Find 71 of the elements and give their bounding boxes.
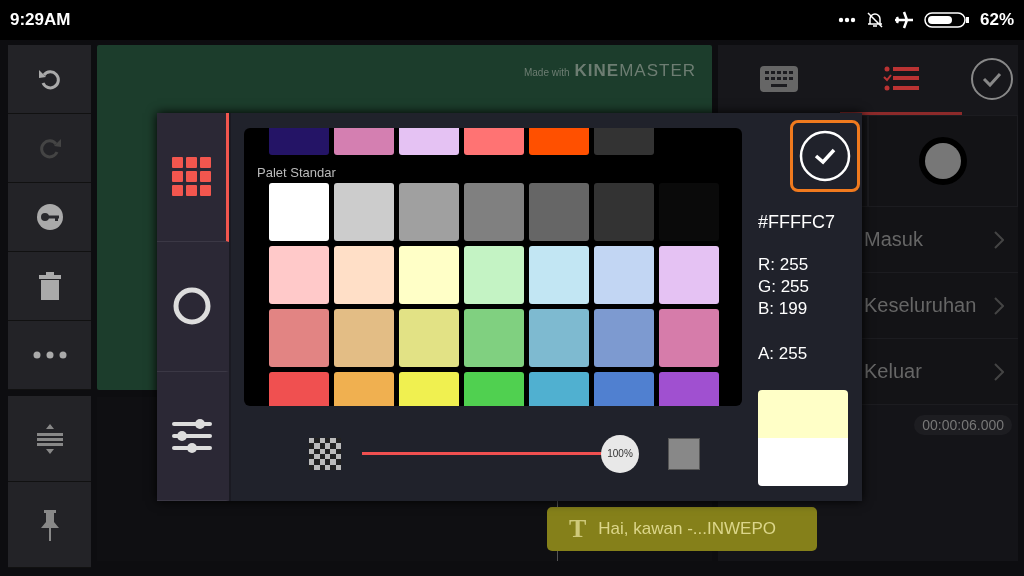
sliders-icon [171,417,212,454]
confirm-button[interactable] [790,120,860,192]
menu-item-label: Masuk [864,228,923,251]
duration-label: 00:00:06.000 [914,415,1012,435]
color-swatch[interactable] [529,246,589,304]
more-icon [32,351,67,359]
chevron-icon [994,362,1004,381]
recent-color-swatch[interactable] [464,128,524,155]
color-swatch[interactable] [399,183,459,241]
color-swatch[interactable] [334,183,394,241]
color-swatch[interactable] [399,246,459,304]
channel-value: G: 255 [758,276,811,298]
clip-label: Hai, kawan -...INWEPO [598,519,776,539]
color-swatch[interactable] [659,246,719,304]
recent-color-swatch[interactable] [529,128,589,155]
ring-icon [171,286,212,327]
check-icon [798,129,852,183]
color-swatch[interactable] [594,183,654,241]
battery-icon [923,12,970,28]
chevron-icon [994,230,1004,249]
key-icon [34,202,65,232]
watermark-brand: KINEMASTER [574,61,696,81]
check-icon [970,56,1014,101]
menu-item-label: Keluar [864,360,922,383]
color-swatch[interactable] [594,309,654,367]
watermark-text: Made with [523,67,570,78]
text-clip[interactable]: T Hai, kawan -...INWEPO [547,507,817,551]
battery-percent: 62% [979,10,1014,30]
palette-title: Palet Standar [257,165,337,180]
color-swatch[interactable] [464,183,524,241]
status-time: 9:29AM [10,10,71,30]
opacity-slider[interactable]: 100% [362,433,642,474]
color-swatch[interactable] [269,309,329,367]
channel-value: B: 199 [758,298,809,320]
opaque-icon [668,437,700,470]
delete-button[interactable] [8,252,91,321]
text-clip-icon: T [569,514,587,544]
color-swatch[interactable] [334,309,394,367]
muted-bell-icon [865,11,884,29]
recent-color-swatch[interactable] [399,128,459,155]
undo-button[interactable] [8,45,91,114]
color-swatch[interactable] [529,183,589,241]
color-swatch[interactable] [399,309,459,367]
palette-mode-tab[interactable] [157,113,229,243]
recent-color-swatch[interactable] [594,128,654,155]
color-swatch[interactable] [269,183,329,241]
slider-thumb[interactable]: 100% [601,434,639,473]
recent-color-swatch[interactable] [269,128,329,155]
checklist-icon [883,65,919,92]
recent-color-swatch[interactable] [334,128,394,155]
transparency-icon [308,437,342,470]
alpha-value: A: 255 [758,344,809,364]
more-icon [837,17,856,23]
menu-item-label: Keseluruhan [864,294,977,317]
color-swatch[interactable] [334,246,394,304]
color-circle-icon[interactable] [918,136,968,186]
color-swatch[interactable] [464,246,524,304]
color-swatch[interactable] [659,309,719,367]
grid-icon [171,157,212,198]
trash-icon [36,271,63,301]
airplane-icon [893,11,914,29]
keyboard-icon [760,65,798,92]
pin-button[interactable] [8,482,91,568]
chevron-icon [994,296,1004,315]
channel-value: R: 255 [758,254,810,276]
hex-value: #FFFFC7 [758,212,836,233]
color-swatch[interactable] [464,309,524,367]
key-button[interactable] [8,183,91,252]
color-swatch[interactable] [269,246,329,304]
color-swatch[interactable] [529,309,589,367]
color-swatch[interactable] [594,246,654,304]
